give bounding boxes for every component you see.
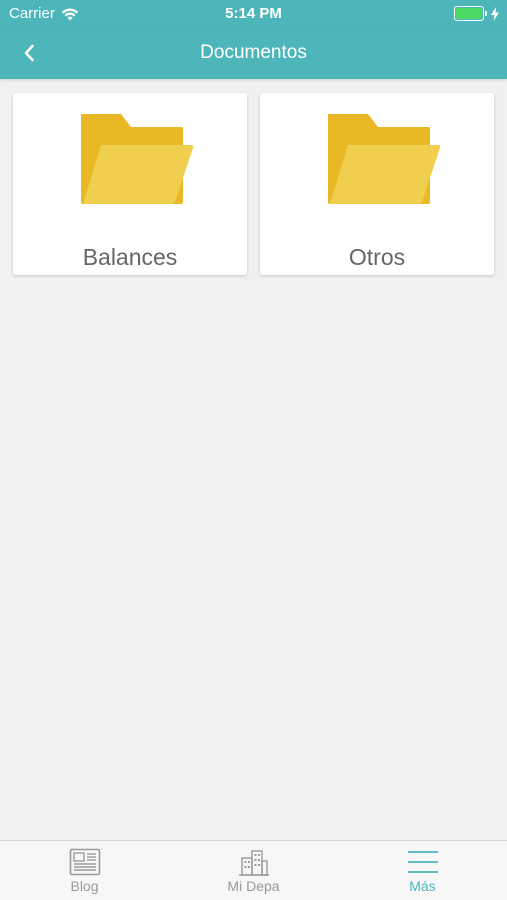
- tab-label: Mi Depa: [227, 878, 280, 894]
- tab-label: Blog: [70, 878, 99, 894]
- building-icon: [238, 850, 269, 876]
- folder-label: Balances: [82, 244, 178, 270]
- battery-fill: [456, 8, 482, 19]
- hamburger-menu-icon: [407, 851, 438, 873]
- charging-bolt-icon: [491, 6, 499, 21]
- status-bar: Carrier 5:14 PM: [0, 0, 507, 28]
- tab-blog[interactable]: Blog: [0, 841, 169, 900]
- status-time: 5:14 PM: [225, 5, 282, 22]
- folder-card-balances[interactable]: Balances: [13, 93, 247, 275]
- navigation-bar: Documentos: [0, 28, 507, 79]
- battery-icon: [454, 6, 484, 21]
- folder-icon: [328, 114, 441, 204]
- tab-label: Más: [409, 878, 436, 894]
- battery-indicator: [454, 6, 499, 21]
- tab-mas[interactable]: Más: [338, 841, 507, 900]
- newspaper-icon: [69, 848, 100, 876]
- battery-cap: [485, 11, 487, 16]
- page-title: Documentos: [200, 42, 307, 63]
- tab-mi-depa[interactable]: Mi Depa: [169, 841, 338, 900]
- tab-bar: Blog Mi Depa Más: [0, 840, 507, 900]
- folder-card-otros[interactable]: Otros: [260, 93, 494, 275]
- folder-label: Otros: [348, 244, 406, 270]
- folder-icon: [81, 114, 194, 204]
